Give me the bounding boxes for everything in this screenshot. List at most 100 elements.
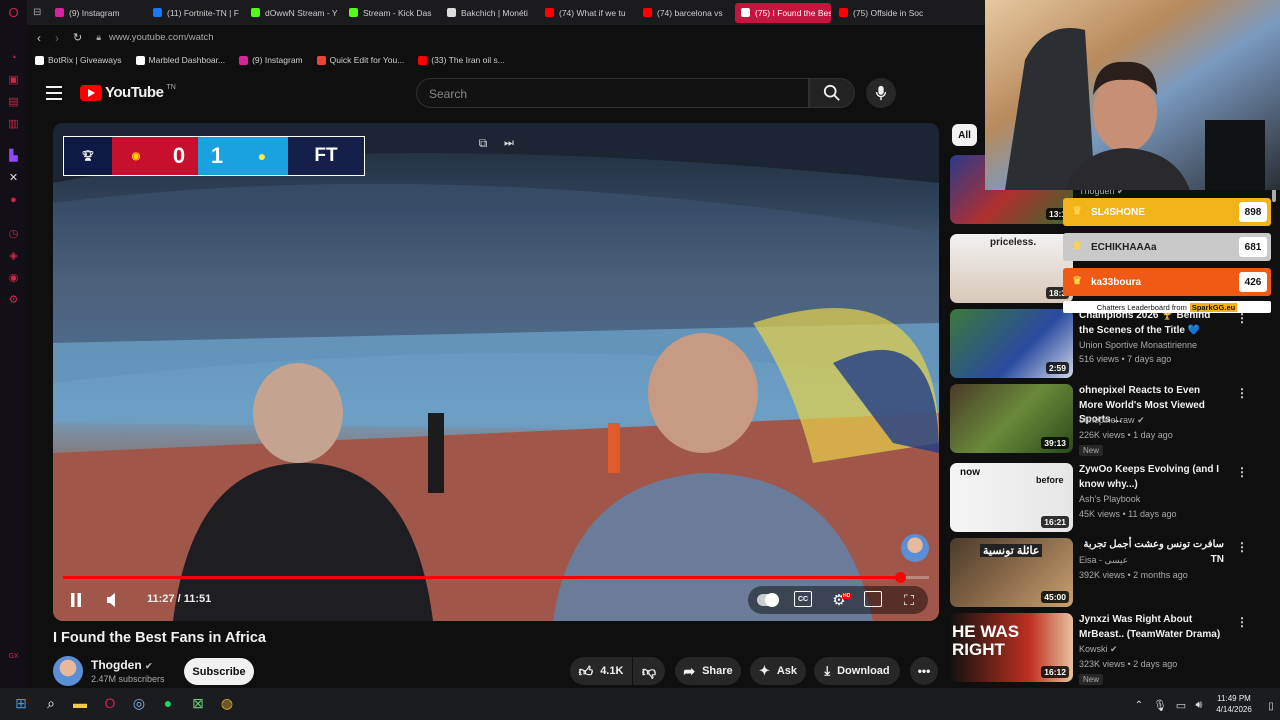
- windows-start-icon[interactable]: ⊞: [12, 694, 30, 712]
- steam-icon[interactable]: ◎: [130, 694, 148, 712]
- theater-mode-icon[interactable]: [864, 591, 882, 607]
- sidebar-bag-icon[interactable]: ▣: [7, 74, 20, 87]
- tray-network-icon[interactable]: ▭: [1172, 696, 1190, 714]
- reco-item[interactable]: 39:13 ohnepixel Reacts to Even More Worl…: [950, 384, 1275, 456]
- reco-thumbnail[interactable]: now before 16:21: [950, 463, 1073, 532]
- youtube-logo[interactable]: YouTube TN: [80, 84, 176, 101]
- reload-icon[interactable]: ↻: [73, 31, 82, 44]
- reco-item[interactable]: عائلة تونسية 45:00 سافرت تونس وعشت أجمل …: [950, 538, 1275, 608]
- reco-menu-icon[interactable]: ⋮: [1236, 615, 1248, 629]
- browser-tab[interactable]: (74) barcelona vs: [637, 3, 733, 23]
- more-actions-icon[interactable]: •••: [910, 657, 938, 685]
- sidebar-play-icon[interactable]: ◉: [7, 272, 20, 285]
- reco-thumbnail[interactable]: 39:13: [950, 384, 1073, 453]
- browser-tab[interactable]: (74) What if we tu: [539, 3, 635, 23]
- channel-avatar[interactable]: [53, 656, 83, 686]
- reco-thumbnail[interactable]: 2:59: [950, 309, 1073, 378]
- browser-tab[interactable]: (9) Instagram: [49, 3, 145, 23]
- autoplay-toggle-knob: [765, 593, 779, 607]
- reco-title[interactable]: Jynxzi Was Right About MrBeast.. (TeamWa…: [1079, 613, 1224, 642]
- bookmark-item[interactable]: Marbled Dashboar...: [135, 55, 225, 65]
- file-explorer-icon[interactable]: ▬: [71, 694, 89, 712]
- bookmark-favicon-icon: [135, 55, 145, 65]
- sidebar-messenger-icon[interactable]: ▤: [7, 96, 20, 109]
- dislike-button[interactable]: 👎︎: [633, 657, 665, 685]
- reco-item[interactable]: HE WAS RIGHT 16:12 Jynxzi Was Right Abou…: [950, 613, 1275, 685]
- autoplay-toggle[interactable]: [756, 592, 780, 608]
- channel-name[interactable]: Thogden ✔: [91, 658, 153, 672]
- sidebar-history-icon[interactable]: ◔: [7, 52, 20, 65]
- reco-menu-icon[interactable]: ⋮: [1236, 386, 1248, 400]
- sidebar-settings-icon[interactable]: ⚙: [7, 294, 20, 307]
- browser-tab[interactable]: (75) I Found the Best F: [735, 2, 831, 23]
- back-icon[interactable]: ‹: [37, 31, 41, 45]
- skip-next-icon[interactable]: ⏭: [500, 134, 518, 152]
- reco-item[interactable]: now before 16:21 ZywOo Keeps Evolving (a…: [950, 463, 1275, 533]
- reco-title[interactable]: Champions 2026 🏆 Behind the Scenes of th…: [1079, 309, 1224, 338]
- bookmark-item[interactable]: (33) The Iran oil s...: [418, 55, 505, 65]
- reco-thumbnail[interactable]: عائلة تونسية 45:00: [950, 538, 1073, 607]
- captions-button[interactable]: CC: [794, 591, 812, 607]
- opera-logo-icon[interactable]: O: [7, 6, 20, 19]
- reco-thumbnail[interactable]: priceless. 18:3: [950, 234, 1073, 303]
- reco-channel[interactable]: Eisa - عيسى: [1079, 555, 1128, 566]
- reco-channel[interactable]: Union Sportive Monastirienne: [1079, 340, 1197, 350]
- reco-menu-icon[interactable]: ⋮: [1236, 311, 1248, 325]
- fullscreen-icon[interactable]: ⛶: [899, 590, 919, 610]
- channel-watermark-avatar[interactable]: [901, 534, 929, 562]
- browser-tab[interactable]: (75) Offside in Soc: [833, 3, 929, 23]
- search-input[interactable]: Search: [416, 78, 809, 108]
- leaderboard-name: ECHIKHAAAa: [1091, 241, 1157, 253]
- sidebar-cube-icon[interactable]: ◈: [7, 250, 20, 263]
- reco-channel[interactable]: Ash's Playbook: [1079, 494, 1140, 504]
- chip-all[interactable]: All: [952, 124, 977, 146]
- browser-tab[interactable]: Bakchich | Monéti: [441, 3, 537, 23]
- reco-duration: 16:21: [1041, 516, 1069, 528]
- taskbar-clock[interactable]: 11:49 PM 4/14/2026: [1210, 693, 1258, 715]
- reco-title[interactable]: ZywOo Keeps Evolving (and I know why...): [1079, 463, 1224, 492]
- reco-channel[interactable]: Kowski ✔: [1079, 644, 1118, 655]
- x-icon[interactable]: ✕: [7, 172, 20, 185]
- xbox-icon[interactable]: ⊠: [189, 694, 207, 712]
- bookmark-item[interactable]: Quick Edit for You...: [316, 55, 404, 65]
- reco-channel[interactable]: ohnepixel raw ✔: [1079, 415, 1145, 426]
- sidebar-clock-icon[interactable]: ◷: [7, 228, 20, 241]
- spotify-icon[interactable]: ●: [159, 694, 177, 712]
- tray-mic-icon[interactable]: 🎙︎: [1151, 696, 1169, 714]
- volume-button[interactable]: [104, 590, 124, 610]
- hamburger-menu-icon[interactable]: [46, 86, 62, 100]
- bookmark-item[interactable]: (9) Instagram: [239, 55, 303, 65]
- tab-label: (75) I Found the Best F: [755, 7, 831, 18]
- browser-tab[interactable]: dOwwN Stream - Y: [245, 3, 341, 23]
- opera-gx-icon[interactable]: O: [101, 694, 119, 712]
- notification-icon[interactable]: ▯: [1262, 697, 1280, 715]
- url-field[interactable]: www.youtube.com/watch: [109, 32, 214, 43]
- tray-volume-icon[interactable]: 🔊︎: [1190, 696, 1208, 714]
- like-button[interactable]: 👍︎ 4.1K: [570, 657, 632, 685]
- youtube-sidebar-icon[interactable]: ●: [7, 194, 20, 207]
- browser-tab[interactable]: Stream - Kick Das: [343, 3, 439, 23]
- video-player[interactable]: [53, 123, 939, 621]
- browser-tab[interactable]: (11) Fortnite-TN | F: [147, 3, 243, 23]
- voice-search-button[interactable]: [866, 78, 896, 108]
- reco-menu-icon[interactable]: ⋮: [1236, 540, 1248, 554]
- reco-item[interactable]: 2:59 Champions 2026 🏆 Behind the Scenes …: [950, 309, 1275, 379]
- pause-button[interactable]: [66, 590, 86, 610]
- ask-button[interactable]: ✦ Ask: [750, 657, 806, 685]
- reco-menu-icon[interactable]: ⋮: [1236, 465, 1248, 479]
- share-button[interactable]: ➦ Share: [675, 657, 741, 685]
- reco-thumbnail[interactable]: HE WAS RIGHT 16:12: [950, 613, 1073, 682]
- tray-chevron-icon[interactable]: ⌃: [1130, 696, 1148, 714]
- chrome-icon[interactable]: ◍: [218, 694, 236, 712]
- taskbar-search-icon[interactable]: ⌕: [42, 694, 60, 712]
- download-button[interactable]: ⤓ Download: [814, 657, 900, 685]
- sidebar-notes-icon[interactable]: ▥: [7, 118, 20, 131]
- subscribe-button[interactable]: Subscribe: [184, 658, 254, 685]
- twitch-icon[interactable]: ▙: [7, 150, 20, 163]
- miniplayer-icon[interactable]: ⧉: [474, 134, 492, 152]
- search-button[interactable]: [809, 78, 855, 108]
- sidebar-gx-icon[interactable]: GX: [7, 650, 20, 663]
- bookmark-item[interactable]: BotRix | Giveaways: [35, 55, 122, 65]
- tab-menu-icon[interactable]: ⊟: [33, 7, 47, 18]
- forward-icon[interactable]: ›: [55, 31, 59, 45]
